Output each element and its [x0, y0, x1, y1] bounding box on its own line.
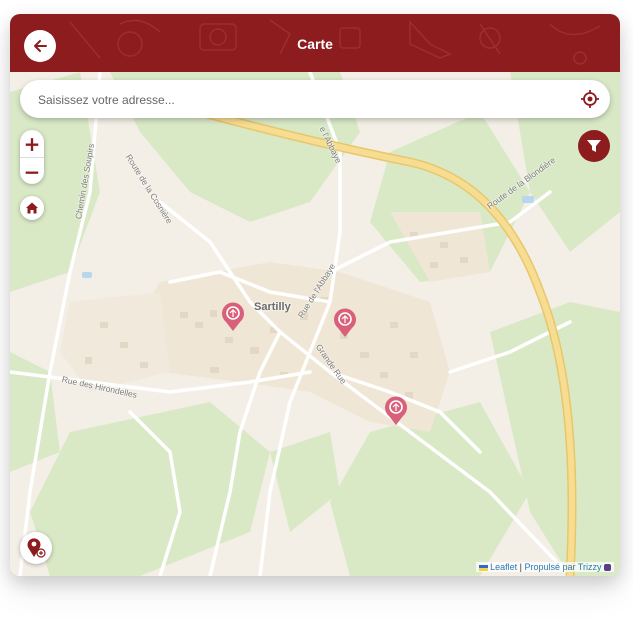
crosshair-icon	[581, 90, 599, 108]
app-header: Carte	[10, 14, 620, 72]
home-button[interactable]	[20, 196, 44, 220]
map-view[interactable]: Route de la Cosnière Chemin des Soupirs …	[10, 70, 620, 576]
home-icon	[26, 202, 38, 214]
location-pin-icon	[27, 538, 46, 558]
trizzy-link[interactable]: Propulsé par Trizzy	[524, 562, 601, 572]
map-marker[interactable]	[333, 308, 357, 338]
zoom-out-button[interactable]: −	[20, 157, 44, 185]
search-bar	[20, 80, 610, 120]
address-search-input[interactable]	[36, 80, 560, 120]
town-label: Sartilly	[254, 301, 291, 313]
page-title: Carte	[297, 36, 333, 52]
map-marker[interactable]	[384, 396, 408, 426]
map-card: Route de la Cosnière Chemin des Soupirs …	[10, 14, 620, 576]
ukraine-flag-icon	[478, 564, 488, 571]
trizzy-logo-icon	[604, 564, 611, 572]
filter-button[interactable]	[578, 130, 610, 162]
add-location-button[interactable]	[20, 532, 52, 564]
leaflet-link[interactable]: Leaflet	[490, 562, 517, 572]
filter-icon	[587, 140, 601, 152]
zoom-in-button[interactable]: +	[20, 130, 44, 157]
zoom-control: + −	[20, 130, 44, 184]
map-attribution: Leaflet | Propulsé par Trizzy	[475, 562, 614, 572]
locate-button[interactable]	[580, 89, 600, 109]
map-marker[interactable]	[221, 302, 245, 332]
